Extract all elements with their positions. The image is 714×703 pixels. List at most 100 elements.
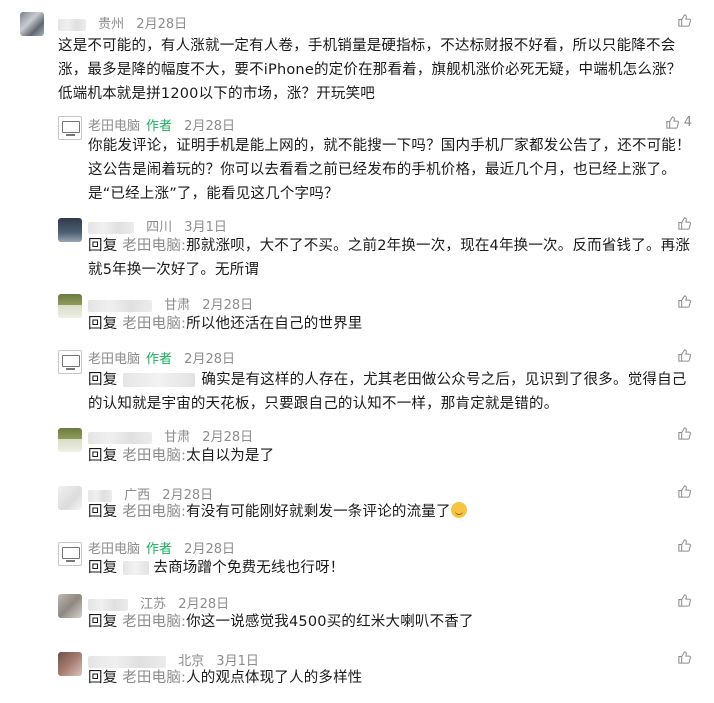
like-button[interactable]: [677, 216, 692, 231]
reply-text: 回复 确实是有这样的人存在，尤其老田做公众号之后，见识到了很多。觉得自己的认知就是…: [88, 368, 692, 416]
reply-label: 回复: [88, 372, 118, 388]
thumb-up-icon: [678, 14, 691, 27]
blurred-mention: [123, 373, 196, 387]
reply-label: 回复: [88, 614, 118, 630]
blurred-mention: [123, 561, 150, 575]
comment-text: 所以他还活在自己的世界里: [186, 316, 363, 332]
user-avatar[interactable]: [58, 652, 82, 676]
thumb-up-icon: [666, 116, 679, 129]
comment-date: 2月28日: [202, 298, 254, 313]
comment-date: 2月28日: [136, 17, 188, 32]
blurred-username: [88, 431, 152, 444]
author-tag: 作者: [146, 352, 173, 367]
comment-date: 2月28日: [202, 430, 254, 445]
comment: 老田电脑 作者 2月28日 回复 确实是有这样的人存在，尤其老田做公众号之后，见识到…: [0, 342, 714, 420]
comment-meta: 老田电脑 作者 2月28日: [88, 115, 235, 134]
computer-icon[interactable]: [58, 350, 82, 374]
author-name[interactable]: 老田电脑: [88, 119, 140, 134]
user-avatar[interactable]: [20, 12, 44, 36]
comment-text: 人的观点体现了人的多样性: [186, 670, 363, 686]
blurred-username: [58, 18, 86, 31]
user-avatar[interactable]: [58, 294, 82, 318]
reply-to-name[interactable]: 老田电脑:: [122, 504, 186, 520]
like-button[interactable]: [677, 348, 692, 363]
reply-label: 回复: [88, 670, 118, 686]
author-tag: 作者: [146, 542, 173, 557]
comment: 甘肃 2月28日 回复 老田电脑:所以他还活在自己的世界里: [0, 286, 714, 342]
comment-text: 有没有可能刚好就剩发一条评论的流量了: [186, 504, 451, 520]
user-avatar[interactable]: [58, 218, 82, 242]
reply-text: 回复 老田电脑:你这一说感觉我4500买的红米大喇叭不香了: [88, 610, 692, 634]
comment-meta: 甘肃 2月28日: [88, 294, 253, 313]
like-button[interactable]: [677, 538, 692, 553]
thumb-up-icon: [678, 295, 691, 308]
comment-text: 这是不可能的，有人涨就一定有人卷，手机销量是硬指标，不达标财报不好看，所以只能降…: [58, 38, 682, 102]
comment-date: 3月1日: [184, 220, 227, 235]
comment-date: 2月28日: [184, 352, 235, 367]
comment: 老田电脑 作者 2月28日 4 你能发评论，证明手机是能上网的，就不能搜一下吗？国…: [0, 108, 714, 206]
comment-meta: 四川 3月1日: [88, 216, 227, 235]
reply-label: 回复: [88, 504, 118, 520]
reply-to-name[interactable]: 老田电脑:: [122, 316, 186, 332]
reply-text: 回复 老田电脑:有没有可能刚好就剩发一条评论的流量了: [88, 500, 692, 524]
reply-to-name[interactable]: 老田电脑:: [122, 448, 186, 464]
comment-meta: 甘肃 2月28日: [88, 426, 253, 445]
computer-icon[interactable]: [58, 116, 82, 140]
reply-text: 回复 老田电脑:所以他还活在自己的世界里: [88, 312, 692, 336]
reply-label: 回复: [88, 560, 118, 576]
comment-meta: 贵州 2月28日: [58, 13, 187, 32]
like-button[interactable]: [677, 294, 692, 309]
comment-location: 四川: [146, 220, 173, 235]
reply-to-name[interactable]: 老田电脑:: [122, 238, 186, 254]
blurred-username: [88, 598, 128, 611]
reply-text: 回复 老田电脑:太自以为是了: [88, 444, 692, 468]
comment-text: 太自以为是了: [186, 448, 275, 464]
reply-to-name[interactable]: 老田电脑:: [122, 614, 186, 630]
thumb-up-icon: [678, 217, 691, 230]
like-button[interactable]: 4: [665, 115, 692, 130]
thumb-up-icon: [678, 594, 691, 607]
comment: 四川 3月1日 回复 老田电脑:那就涨呗，大不了不买。之前2年换一次，现在4年换…: [0, 206, 714, 286]
comment: 北京 3月1日 回复 老田电脑:人的观点体现了人的多样性: [0, 644, 714, 703]
comment-location: 甘肃: [164, 430, 191, 445]
thinking-face-emoji: [450, 502, 467, 518]
computer-icon[interactable]: [58, 542, 82, 566]
comment-text: 你这一说感觉我4500买的红米大喇叭不香了: [186, 614, 474, 630]
like-button[interactable]: [677, 593, 692, 608]
reply-text: 回复 老田电脑:那就涨呗，大不了不买。之前2年换一次，现在4年换一次。反而省钱了…: [88, 234, 692, 282]
comment-location: 甘肃: [164, 298, 191, 313]
blurred-username: [88, 299, 152, 312]
like-button[interactable]: [677, 13, 692, 28]
comment-date: 2月28日: [184, 542, 235, 557]
comment-date: 2月28日: [184, 119, 235, 134]
user-avatar[interactable]: [58, 428, 82, 452]
reply-text: 回复 老田电脑:人的观点体现了人的多样性: [88, 666, 692, 690]
like-button[interactable]: [677, 426, 692, 441]
like-button[interactable]: [677, 650, 692, 665]
comment: 甘肃 2月28日 回复 老田电脑:太自以为是了: [0, 420, 714, 478]
reply-label: 回复: [88, 448, 118, 464]
thumb-up-icon: [678, 651, 691, 664]
user-avatar[interactable]: [58, 486, 82, 510]
reply-to-name[interactable]: 老田电脑:: [122, 670, 186, 686]
thumb-up-icon: [678, 539, 691, 552]
user-avatar[interactable]: [58, 594, 82, 618]
comment: 贵州 2月28日 这是不可能的，有人涨就一定有人卷，手机销量是硬指标，不达标财报…: [0, 0, 714, 108]
thumb-up-icon: [678, 485, 691, 498]
comment-meta: 老田电脑 作者 2月28日: [88, 538, 235, 557]
comment: 老田电脑 作者 2月28日 回复 去商场蹭个免费无线也行呀！: [0, 534, 714, 586]
comment: 广西 2月28日 回复 老田电脑:有没有可能刚好就剩发一条评论的流量了: [0, 478, 714, 534]
thumb-up-icon: [678, 349, 691, 362]
like-button[interactable]: [677, 484, 692, 499]
comment-location: 贵州: [98, 17, 125, 32]
author-tag: 作者: [146, 119, 173, 134]
thumb-up-icon: [678, 427, 691, 440]
comment-text: 你能发评论，证明手机是能上网的，就不能搜一下吗？国内手机厂家都发公告了，还不可能…: [88, 138, 691, 202]
comment-text: 去商场蹭个免费无线也行呀！: [153, 560, 345, 576]
blurred-username: [88, 221, 134, 234]
like-count: 4: [683, 115, 692, 130]
reply-text: 回复 去商场蹭个免费无线也行呀！: [88, 556, 692, 580]
comment-meta: 老田电脑 作者 2月28日: [88, 348, 235, 367]
author-name[interactable]: 老田电脑: [88, 542, 140, 557]
author-name[interactable]: 老田电脑: [88, 352, 140, 367]
